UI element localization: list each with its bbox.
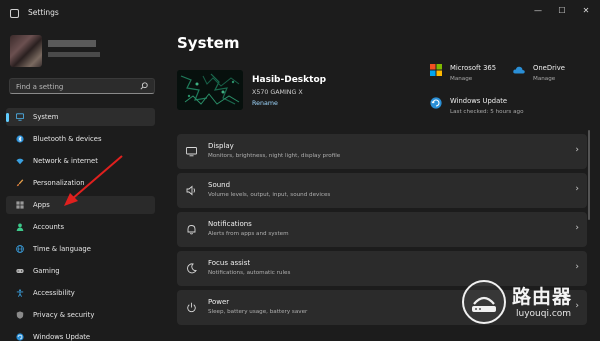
search-placeholder: Find a setting <box>16 83 64 91</box>
profile-email-redacted <box>48 52 100 57</box>
search-icon <box>140 82 148 90</box>
watermark: 路由器 luyouqi.com <box>458 276 598 338</box>
quick-link-title: OneDrive <box>533 64 565 72</box>
sidebar-item-label: Accounts <box>33 223 64 231</box>
chevron-right-icon: › <box>575 262 579 272</box>
accessibility-icon <box>16 289 24 297</box>
monitor-icon <box>16 113 24 121</box>
profile-name-redacted <box>48 40 96 47</box>
selection-indicator <box>6 113 9 122</box>
sidebar-item-personalization[interactable]: Personalization <box>6 174 155 192</box>
maximize-button[interactable]: ☐ <box>550 3 574 17</box>
settings-app-icon <box>10 9 19 18</box>
card-title: Focus assist <box>208 259 251 267</box>
sidebar-item-label: Privacy & security <box>33 311 95 319</box>
card-subtitle: Notifications, automatic rules <box>208 270 291 276</box>
settings-card-notifications[interactable]: Notifications Alerts from apps and syste… <box>177 212 587 247</box>
brush-icon <box>16 179 24 187</box>
sidebar-item-accounts[interactable]: Accounts <box>6 218 155 236</box>
card-subtitle: Alerts from apps and system <box>208 231 289 237</box>
quick-link-title: Microsoft 365 <box>450 64 497 72</box>
globe-icon <box>16 245 24 253</box>
wifi-icon <box>16 158 24 165</box>
card-title: Power <box>208 298 230 306</box>
update-icon <box>430 97 442 109</box>
person-icon <box>16 223 24 231</box>
avatar[interactable] <box>10 35 42 67</box>
apps-icon <box>16 201 24 209</box>
chevron-right-icon: › <box>575 184 579 194</box>
sidebar-item-windows-update[interactable]: Windows Update <box>6 328 155 341</box>
watermark-url: luyouqi.com <box>516 309 572 319</box>
speaker-icon <box>186 185 195 196</box>
sidebar-item-privacy-security[interactable]: Privacy & security <box>6 306 155 324</box>
wallpaper-pattern <box>177 70 243 110</box>
gamepad-icon <box>16 269 24 273</box>
settings-card-sound[interactable]: Sound Volume levels, output, input, soun… <box>177 173 587 208</box>
sidebar-item-label: Apps <box>33 201 50 209</box>
device-model: X570 GAMING X <box>252 89 303 96</box>
close-button[interactable]: ✕ <box>574 3 598 17</box>
card-subtitle: Monitors, brightness, night light, displ… <box>208 153 341 159</box>
sidebar-item-label: Bluetooth & devices <box>33 135 102 143</box>
quick-link-subtitle: Last checked: 5 hours ago <box>450 109 524 115</box>
microsoft-icon <box>430 64 442 76</box>
quick-link-subtitle: Manage <box>533 76 556 82</box>
sidebar-item-label: Accessibility <box>33 289 75 297</box>
watermark-title: 路由器 <box>512 286 573 308</box>
quick-link-microsoft-365[interactable]: Microsoft 365 Manage <box>430 64 510 86</box>
chevron-right-icon: › <box>575 223 579 233</box>
update-icon <box>16 333 24 341</box>
rename-link[interactable]: Rename <box>252 100 278 107</box>
sidebar-item-system[interactable]: System <box>6 108 155 126</box>
scrollbar[interactable] <box>588 130 590 220</box>
window-title: Settings <box>28 8 59 17</box>
quick-link-title: Windows Update <box>450 97 508 105</box>
sidebar-item-label: System <box>33 113 59 121</box>
quick-link-onedrive[interactable]: OneDrive Manage <box>513 64 593 86</box>
moon-icon <box>187 263 197 274</box>
card-title: Notifications <box>208 220 252 228</box>
sidebar-item-gaming[interactable]: Gaming <box>6 262 155 280</box>
display-icon <box>186 147 197 157</box>
page-title: System <box>177 34 240 52</box>
shield-icon <box>16 311 24 319</box>
bluetooth-icon <box>16 135 24 143</box>
sidebar-item-accessibility[interactable]: Accessibility <box>6 284 155 302</box>
chevron-right-icon: › <box>575 145 579 155</box>
device-wallpaper-thumbnail <box>177 70 243 110</box>
card-subtitle: Sleep, battery usage, battery saver <box>208 309 308 315</box>
sidebar-item-bluetooth[interactable]: Bluetooth & devices <box>6 130 155 148</box>
search-input[interactable]: Find a setting <box>9 78 155 94</box>
title-bar: Settings — ☐ ✕ <box>0 0 600 28</box>
power-icon <box>187 302 196 313</box>
router-logo-icon <box>462 280 506 324</box>
settings-card-display[interactable]: Display Monitors, brightness, night ligh… <box>177 134 587 169</box>
sidebar-item-label: Gaming <box>33 267 60 275</box>
quick-link-windows-update[interactable]: Windows Update Last checked: 5 hours ago <box>430 97 550 119</box>
sidebar-item-label: Windows Update <box>33 333 91 341</box>
sidebar-item-label: Time & language <box>33 245 91 253</box>
minimize-button[interactable]: — <box>526 3 550 17</box>
sidebar-item-apps[interactable]: Apps <box>6 196 155 214</box>
card-subtitle: Volume levels, output, input, sound devi… <box>208 192 331 198</box>
sidebar-item-label: Network & internet <box>33 157 98 165</box>
sidebar-item-network[interactable]: Network & internet <box>6 152 155 170</box>
cloud-icon <box>513 66 525 74</box>
card-title: Sound <box>208 181 231 189</box>
quick-link-subtitle: Manage <box>450 76 473 82</box>
sidebar-item-time-language[interactable]: Time & language <box>6 240 155 258</box>
bell-icon <box>187 225 196 235</box>
card-title: Display <box>208 142 234 150</box>
sidebar-item-label: Personalization <box>33 179 85 187</box>
router-logo-graphic <box>472 296 496 312</box>
sidebar: Find a setting System Bluetooth & device… <box>0 28 162 341</box>
device-name: Hasib-Desktop <box>252 75 327 85</box>
